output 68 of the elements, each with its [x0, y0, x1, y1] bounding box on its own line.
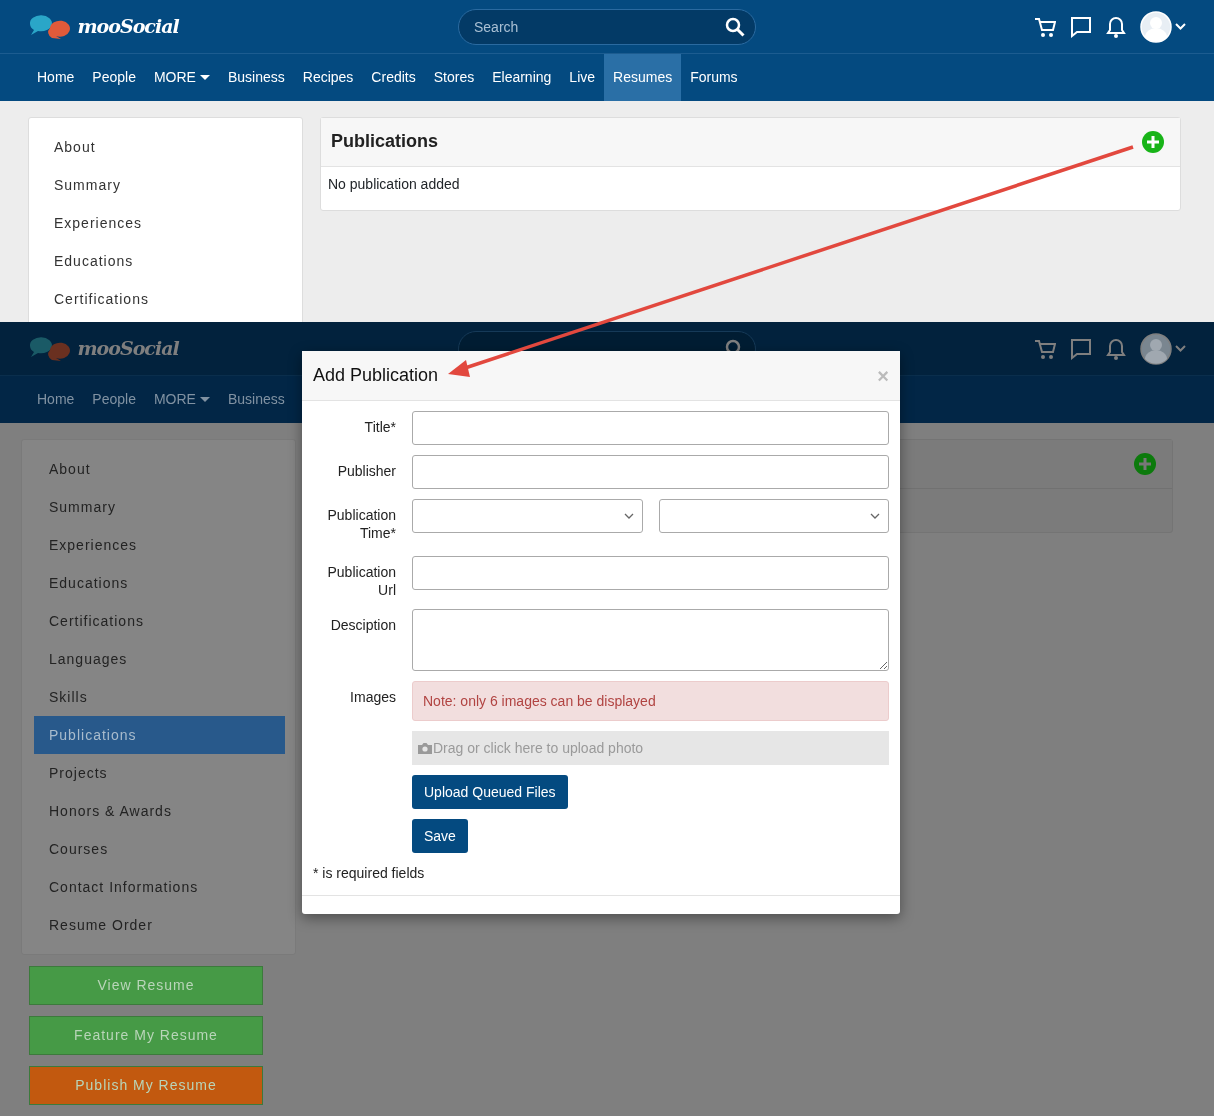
sidebar-item[interactable]: Summary [34, 488, 285, 526]
textarea-field[interactable] [412, 609, 889, 671]
search-icon[interactable] [725, 16, 745, 37]
nav-tab[interactable]: MORE [144, 54, 219, 101]
nav-tab[interactable]: Home [28, 54, 84, 101]
nav-tab[interactable]: Elearning [483, 54, 561, 101]
input-field[interactable] [412, 455, 889, 489]
select-field[interactable] [412, 499, 643, 533]
search-field[interactable]: Search [458, 8, 756, 45]
sidebar-item[interactable]: Projects [34, 754, 285, 792]
modal-title: Add Publication [313, 364, 439, 387]
add-icon[interactable] [1141, 130, 1165, 154]
nav-tab[interactable]: MORE [144, 376, 219, 423]
sidebar-item[interactable]: About [34, 450, 285, 488]
sidebar-item[interactable]: Certifications [29, 280, 302, 318]
field-label: Publisher [336, 462, 396, 481]
card-title: Publications [331, 131, 438, 153]
sidebar-item[interactable]: Resume Order [34, 906, 285, 944]
sidebar-item[interactable]: Summary [29, 166, 302, 204]
camera-icon [418, 742, 432, 754]
nav-tab[interactable]: Business [218, 376, 294, 423]
nav-tab[interactable]: Recipes [293, 54, 363, 101]
nav-tab[interactable]: Business [218, 54, 294, 101]
sidebar-item[interactable]: Certifications [34, 602, 285, 640]
select-field[interactable] [658, 499, 889, 533]
sidebar-item[interactable]: Contact Informations [34, 868, 285, 906]
nav-tab[interactable]: Stores [424, 54, 484, 101]
sidebar-item[interactable]: Educations [29, 242, 302, 280]
chevron-icon[interactable] [1175, 344, 1186, 353]
chevron-icon [870, 513, 880, 519]
nav-tab[interactable]: Live [560, 54, 605, 101]
chevron-icon [623, 513, 634, 519]
nav-tab[interactable]: Home [28, 376, 84, 423]
empty-message: No publication added [328, 176, 460, 192]
save-button[interactable]: Save [412, 819, 468, 853]
sidebar-item[interactable]: Educations [34, 564, 285, 602]
field-label: Publication Time* [326, 506, 396, 542]
nav-tab[interactable]: People [83, 376, 145, 423]
sidebar-item[interactable]: Publications [34, 716, 285, 754]
upload-button[interactable]: Upload Queued Files [412, 775, 568, 809]
sidebar-item[interactable]: Skills [34, 678, 285, 716]
bell-icon[interactable] [1105, 15, 1126, 38]
input-field[interactable] [412, 556, 889, 590]
cart-icon[interactable] [1033, 337, 1056, 360]
nav-tab[interactable]: Credits [362, 54, 425, 101]
sidebar-item[interactable]: Courses [34, 830, 285, 868]
nav-tab[interactable]: Forums [681, 54, 747, 101]
nav-tab[interactable]: People [83, 54, 145, 101]
sidebar-item[interactable]: Experiences [34, 526, 285, 564]
chat-icon[interactable] [1069, 337, 1092, 360]
nav-tab[interactable]: Resumes [604, 54, 682, 101]
field-label: Publication Url [326, 563, 396, 599]
field-label: Desciption [329, 616, 396, 635]
cart-icon[interactable] [1033, 15, 1056, 38]
logo-text[interactable]: mooSocial [77, 334, 179, 363]
field-label: Title* [363, 418, 396, 437]
sidebar-item[interactable]: Experiences [29, 204, 302, 242]
sidebar-item[interactable]: About [29, 128, 302, 166]
sidebar-item[interactable]: Languages [34, 640, 285, 678]
note-alert: Note: only 6 images can be displayed [412, 681, 889, 721]
logo-text[interactable]: mooSocial [77, 12, 179, 41]
required-note: * is required fields [313, 864, 426, 883]
sidebar-item[interactable]: Honors & Awards [34, 792, 285, 830]
bell-icon[interactable] [1105, 337, 1126, 360]
field-label: Images [349, 688, 396, 707]
avatar-icon[interactable] [1139, 332, 1172, 365]
input-field[interactable] [412, 411, 889, 445]
sidebar-button[interactable]: Publish My Resume [29, 1066, 263, 1105]
